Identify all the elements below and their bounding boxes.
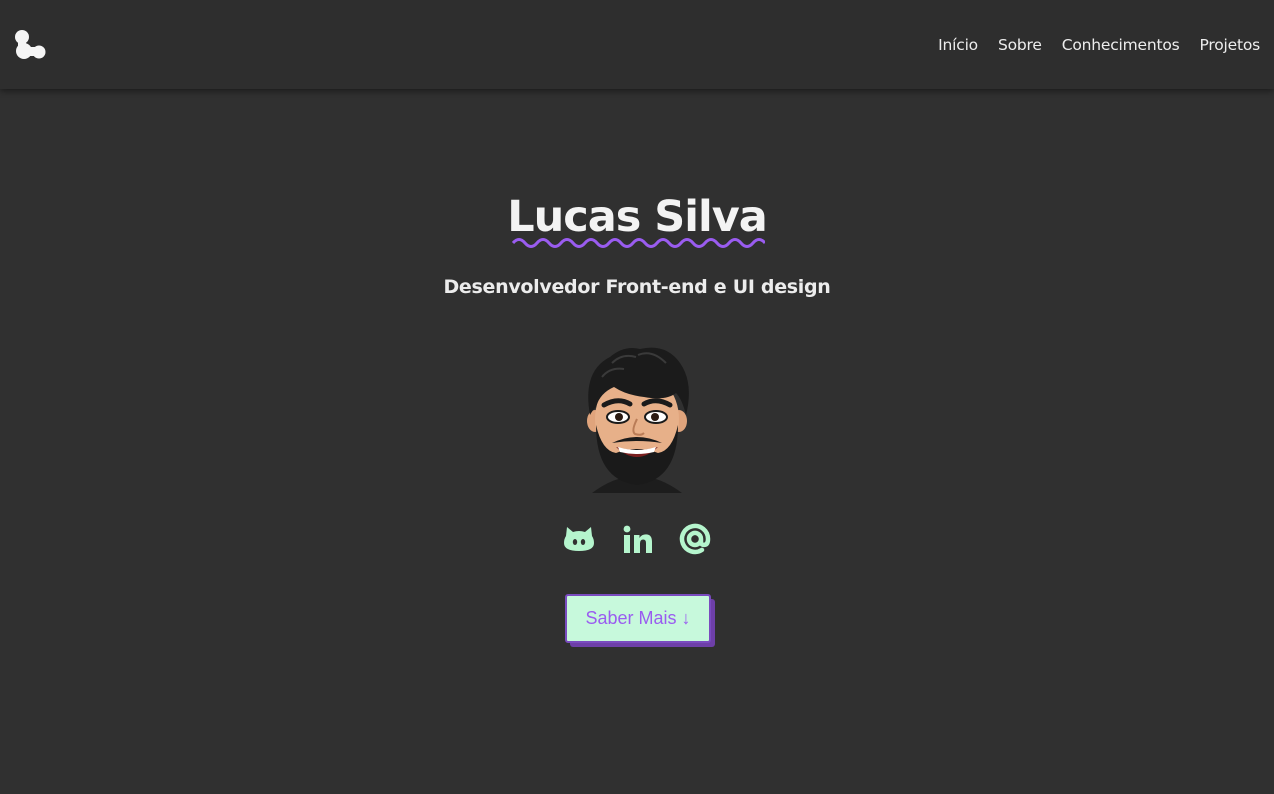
nav-link-sobre[interactable]: Sobre (998, 36, 1042, 54)
linkedin-link[interactable] (621, 519, 653, 559)
email-link[interactable] (679, 519, 711, 559)
github-icon (564, 527, 594, 551)
github-link[interactable] (563, 519, 595, 559)
brand-logo-icon[interactable] (14, 28, 48, 62)
top-navbar: Início Sobre Conhecimentos Projetos (0, 0, 1274, 89)
cta-container: Saber Mais ↓ (565, 594, 717, 648)
saber-mais-button[interactable]: Saber Mais ↓ (565, 594, 711, 643)
nav-link-projetos[interactable]: Projetos (1200, 36, 1261, 54)
nav-link-inicio[interactable]: Início (938, 36, 978, 54)
wavy-underline (511, 238, 765, 248)
at-sign-icon (679, 523, 711, 555)
memoji-avatar (587, 347, 689, 493)
social-links (0, 519, 1274, 559)
nav-link-conhecimentos[interactable]: Conhecimentos (1062, 36, 1180, 54)
linkedin-icon (623, 525, 652, 553)
hero-section: Lucas Silva Desenvolvedor Front-end e UI… (0, 89, 1274, 794)
main-nav: Início Sobre Conhecimentos Projetos (938, 0, 1260, 89)
job-subtitle: Desenvolvedor Front-end e UI design (443, 276, 831, 298)
